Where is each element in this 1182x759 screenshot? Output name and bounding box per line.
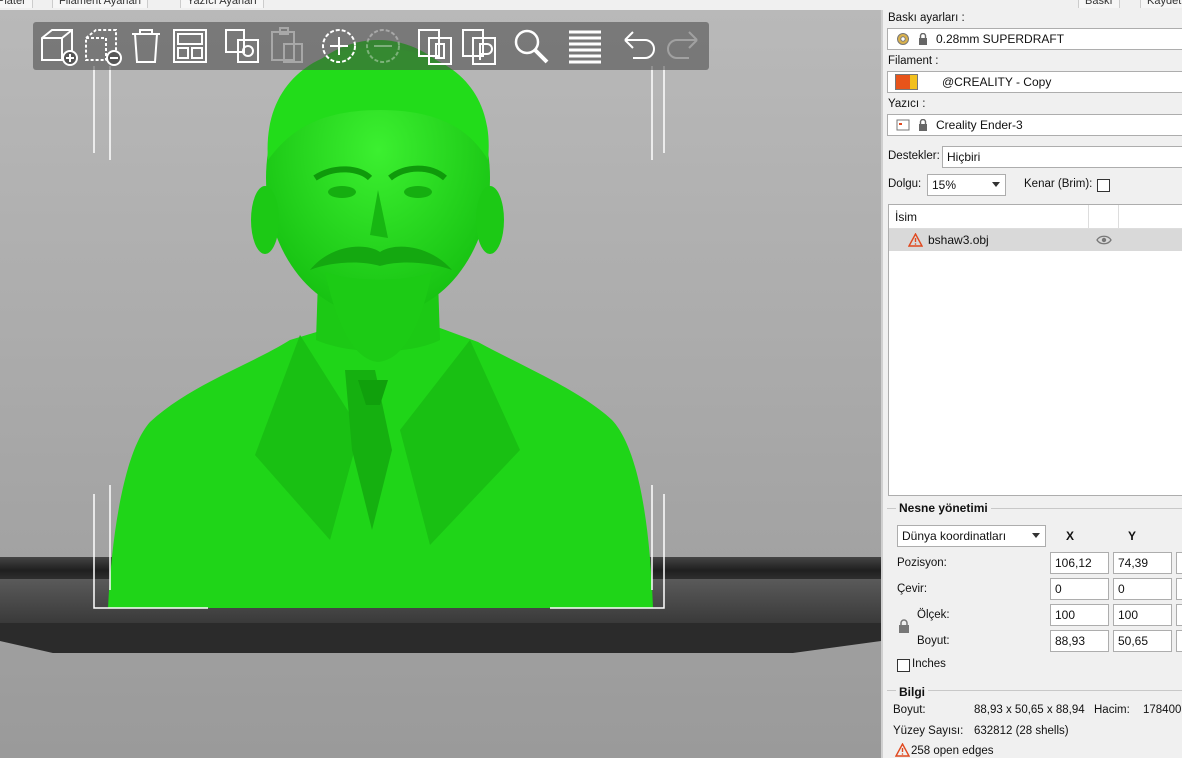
brim-checkbox[interactable] <box>1097 179 1110 192</box>
column-y: Y <box>1128 529 1137 543</box>
object-name: bshaw3.obj <box>928 233 989 247</box>
info-facets-label: Yüzey Sayısı: <box>893 725 964 737</box>
coordinate-system-value: Dünya koordinatları <box>902 529 1007 543</box>
info-title: Bilgi <box>896 685 928 699</box>
rotate-label: Çevir: <box>897 583 928 595</box>
print-settings-value: 0.28mm SUPERDRAFT <box>936 32 1065 46</box>
arrange-icon[interactable] <box>168 25 212 67</box>
printer-label: Yazıcı : <box>888 98 926 110</box>
delete-all-icon[interactable] <box>124 25 168 67</box>
remove-instance-icon[interactable] <box>361 25 405 67</box>
eye-icon[interactable] <box>1096 235 1112 245</box>
column-x: X <box>1066 529 1075 543</box>
split-objects-icon[interactable] <box>413 25 457 67</box>
info-facets-value: 632812 (28 shells) <box>974 725 1069 737</box>
paste-icon[interactable] <box>264 25 308 67</box>
filament-color-swatch <box>895 74 918 90</box>
manipulation-title: Nesne yönetimi <box>896 501 991 515</box>
add-instance-icon[interactable] <box>317 25 361 67</box>
size-label: Boyut: <box>917 635 950 647</box>
size-x-input[interactable]: 88,93 <box>1050 630 1109 652</box>
chevron-down-icon <box>1032 533 1040 538</box>
chevron-down-icon <box>992 182 1000 187</box>
position-z-input[interactable] <box>1176 552 1182 574</box>
infill-select[interactable]: 15% <box>927 174 1006 196</box>
redo-icon[interactable] <box>661 25 705 67</box>
3d-viewport[interactable] <box>0 10 881 758</box>
info-volume-value: 178400, <box>1143 704 1182 716</box>
inches-label: Inches <box>912 658 946 670</box>
tab-plater[interactable]: Plater <box>0 0 33 8</box>
object-manipulation-group: Nesne yönetimi Dünya koordinatları X Y P… <box>887 501 1182 679</box>
object-list[interactable]: İsim bshaw3.obj <box>888 204 1182 496</box>
filament-combo[interactable]: @CREALITY - Copy <box>887 71 1182 93</box>
undo-icon[interactable] <box>617 25 661 67</box>
warning-icon <box>908 233 923 247</box>
print-settings-label: Baskı ayarları : <box>888 12 965 24</box>
print-settings-combo[interactable]: 0.28mm SUPERDRAFT <box>887 28 1182 50</box>
tab-filament-settings[interactable]: Filament Ayarları <box>52 0 149 8</box>
rotate-z-input[interactable] <box>1176 578 1182 600</box>
size-z-input[interactable] <box>1176 630 1182 652</box>
add-icon[interactable] <box>36 25 80 67</box>
infill-label: Dolgu: <box>888 178 922 190</box>
printer-value: Creality Ender-3 <box>936 118 1023 132</box>
gear-icon <box>897 33 909 45</box>
printer-icon <box>896 119 910 131</box>
position-label: Pozisyon: <box>897 557 947 569</box>
scale-label: Ölçek: <box>917 609 950 621</box>
printer-combo[interactable]: Creality Ender-3 <box>887 114 1182 136</box>
column-name: İsim <box>895 210 917 224</box>
info-size-value: 88,93 x 50,65 x 88,94 <box>974 704 1085 716</box>
3d-model-bust[interactable] <box>0 10 881 758</box>
export-button[interactable]: Kaydet <box>1140 0 1182 8</box>
scale-z-input[interactable] <box>1176 604 1182 626</box>
delete-icon[interactable] <box>80 25 124 67</box>
infill-value: 15% <box>932 178 957 192</box>
filament-value: @CREALITY - Copy <box>942 75 1052 89</box>
rotate-x-input[interactable]: 0 <box>1050 578 1109 600</box>
lock-icon <box>919 119 927 131</box>
layers-icon[interactable] <box>563 25 607 67</box>
inches-checkbox[interactable] <box>897 659 910 672</box>
copy-icon[interactable] <box>220 25 264 67</box>
search-icon[interactable] <box>509 25 553 67</box>
supports-select[interactable]: Hiçbiri <box>942 146 1182 168</box>
info-volume-label: Hacim: <box>1094 704 1130 716</box>
list-item[interactable]: bshaw3.obj <box>889 229 1182 251</box>
brim-label: Kenar (Brim): <box>1024 178 1093 190</box>
size-y-input[interactable]: 50,65 <box>1113 630 1172 652</box>
object-list-header: İsim <box>889 205 1182 229</box>
lock-icon[interactable] <box>898 619 910 634</box>
position-x-input[interactable]: 106,12 <box>1050 552 1109 574</box>
info-group: Bilgi Boyut: 88,93 x 50,65 x 88,94 Hacim… <box>887 685 1182 759</box>
slice-button[interactable]: Baskı <box>1078 0 1120 8</box>
scale-x-input[interactable]: 100 <box>1050 604 1109 626</box>
settings-panel: Baskı ayarları : 0.28mm SUPERDRAFT Filam… <box>881 10 1182 758</box>
info-errors-value: 258 open edges <box>911 745 994 757</box>
viewport-toolbar <box>33 22 709 70</box>
lock-icon <box>919 33 927 45</box>
coordinate-system-select[interactable]: Dünya koordinatları <box>897 525 1046 547</box>
rotate-y-input[interactable]: 0 <box>1113 578 1172 600</box>
tab-printer-settings[interactable]: Yazıcı Ayarları <box>180 0 264 8</box>
split-parts-icon[interactable] <box>457 25 501 67</box>
position-y-input[interactable]: 74,39 <box>1113 552 1172 574</box>
warning-icon <box>895 743 910 757</box>
info-size-label: Boyut: <box>893 704 926 716</box>
supports-label: Destekler: <box>888 150 940 162</box>
scale-y-input[interactable]: 100 <box>1113 604 1172 626</box>
filament-label: Filament : <box>888 55 939 67</box>
